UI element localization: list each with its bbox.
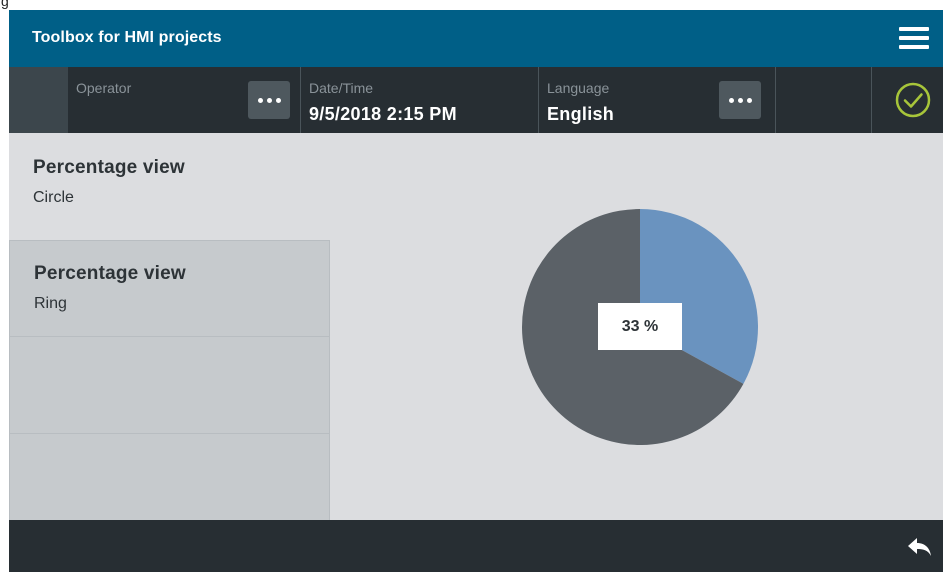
language-more-button[interactable]	[719, 81, 761, 119]
more-dots-icon	[257, 97, 263, 103]
percentage-chart: 33 %	[330, 133, 943, 520]
app-title: Toolbox for HMI projects	[32, 29, 222, 46]
view-list: Percentage view Circle Percentage view R…	[9, 133, 330, 520]
caption-letter: g	[1, 0, 9, 9]
percentage-label: 33 %	[598, 303, 682, 350]
check-circle-icon	[895, 82, 931, 118]
menu-line	[899, 36, 929, 40]
menu-line	[899, 45, 929, 49]
status-lead-block	[9, 67, 68, 133]
list-item-title: Percentage view	[34, 263, 186, 284]
caption-strip: g	[0, 0, 943, 10]
language-value: English	[547, 104, 615, 124]
list-item-empty[interactable]	[9, 337, 330, 434]
operator-more-button[interactable]	[248, 81, 290, 119]
list-item-circle[interactable]: Percentage view Circle	[9, 133, 330, 240]
datetime-field: Date/Time 9/5/2018 2:15 PM	[301, 67, 539, 133]
list-item-empty[interactable]	[9, 434, 330, 520]
more-dots-icon	[275, 97, 281, 103]
list-item-subtitle: Ring	[34, 295, 67, 312]
more-dots-icon	[746, 97, 752, 103]
datetime-value: 9/5/2018 2:15 PM	[309, 104, 457, 124]
status-bar: Operator Date/Time 9/5/2018 2:15 PM Lang…	[9, 67, 943, 133]
operator-label: Operator	[76, 80, 132, 96]
operator-field: Operator	[68, 67, 301, 133]
menu-line	[899, 27, 929, 31]
datetime-label: Date/Time	[309, 80, 374, 96]
footer-bar	[9, 520, 943, 572]
more-dots-icon	[728, 97, 734, 103]
back-arrow-icon[interactable]	[907, 536, 933, 558]
more-dots-icon	[266, 97, 272, 103]
hmi-screen: Toolbox for HMI projects Operator Date/T…	[9, 10, 943, 572]
status-empty-slot	[776, 67, 872, 133]
hamburger-menu-icon[interactable]	[897, 24, 931, 54]
status-indicator[interactable]	[872, 67, 943, 133]
more-dots-icon	[737, 97, 743, 103]
content-area: Percentage view Circle Percentage view R…	[9, 133, 943, 520]
list-item-title: Percentage view	[33, 157, 185, 178]
list-item-ring[interactable]: Percentage view Ring	[9, 240, 330, 337]
list-item-subtitle: Circle	[33, 189, 74, 206]
title-bar: Toolbox for HMI projects	[9, 10, 943, 67]
language-field: Language English	[539, 67, 776, 133]
language-label: Language	[547, 80, 610, 96]
